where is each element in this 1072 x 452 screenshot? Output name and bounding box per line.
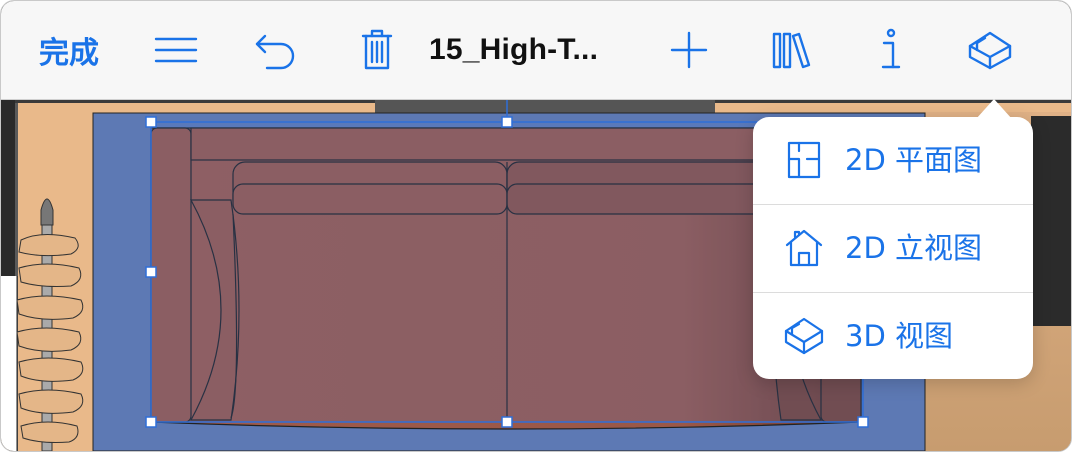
top-toolbar: 完成 15_High-T... bbox=[1, 1, 1071, 100]
delete-button[interactable] bbox=[359, 1, 395, 99]
menu-item-label: 3D 视图 bbox=[845, 319, 953, 353]
undo-button[interactable] bbox=[253, 1, 299, 99]
menu-item-2d-elevation[interactable]: 2D 立视图 bbox=[753, 205, 1033, 292]
document-title: 15_High-T... bbox=[429, 33, 599, 66]
info-button[interactable] bbox=[879, 1, 903, 99]
add-button[interactable] bbox=[669, 1, 709, 99]
trash-icon bbox=[361, 29, 393, 70]
view-mode-button[interactable] bbox=[967, 1, 1013, 99]
library-button[interactable] bbox=[771, 1, 813, 99]
popover-arrow bbox=[976, 99, 1012, 119]
app-window: 完成 15_High-T... 2D 平面图 2D 立视图 3D 视图 bbox=[0, 0, 1072, 452]
library-icon bbox=[772, 32, 811, 69]
3d-icon bbox=[783, 315, 825, 357]
menu-icon bbox=[154, 37, 198, 63]
menu-item-label: 2D 平面图 bbox=[845, 143, 982, 177]
add-icon bbox=[670, 31, 708, 69]
menu-item-3d-view[interactable]: 3D 视图 bbox=[753, 293, 1033, 380]
undo-icon bbox=[255, 34, 295, 70]
menu-button[interactable] bbox=[153, 1, 199, 99]
info-icon bbox=[881, 28, 901, 69]
elevation-icon bbox=[783, 227, 825, 269]
floorplan-icon bbox=[783, 139, 825, 181]
done-button[interactable]: 完成 bbox=[39, 1, 99, 99]
menu-item-2d-floorplan[interactable]: 2D 平面图 bbox=[753, 117, 1033, 204]
menu-item-label: 2D 立视图 bbox=[845, 231, 982, 265]
3d-view-icon bbox=[968, 31, 1012, 70]
view-mode-popover: 2D 平面图 2D 立视图 3D 视图 bbox=[753, 117, 1033, 379]
